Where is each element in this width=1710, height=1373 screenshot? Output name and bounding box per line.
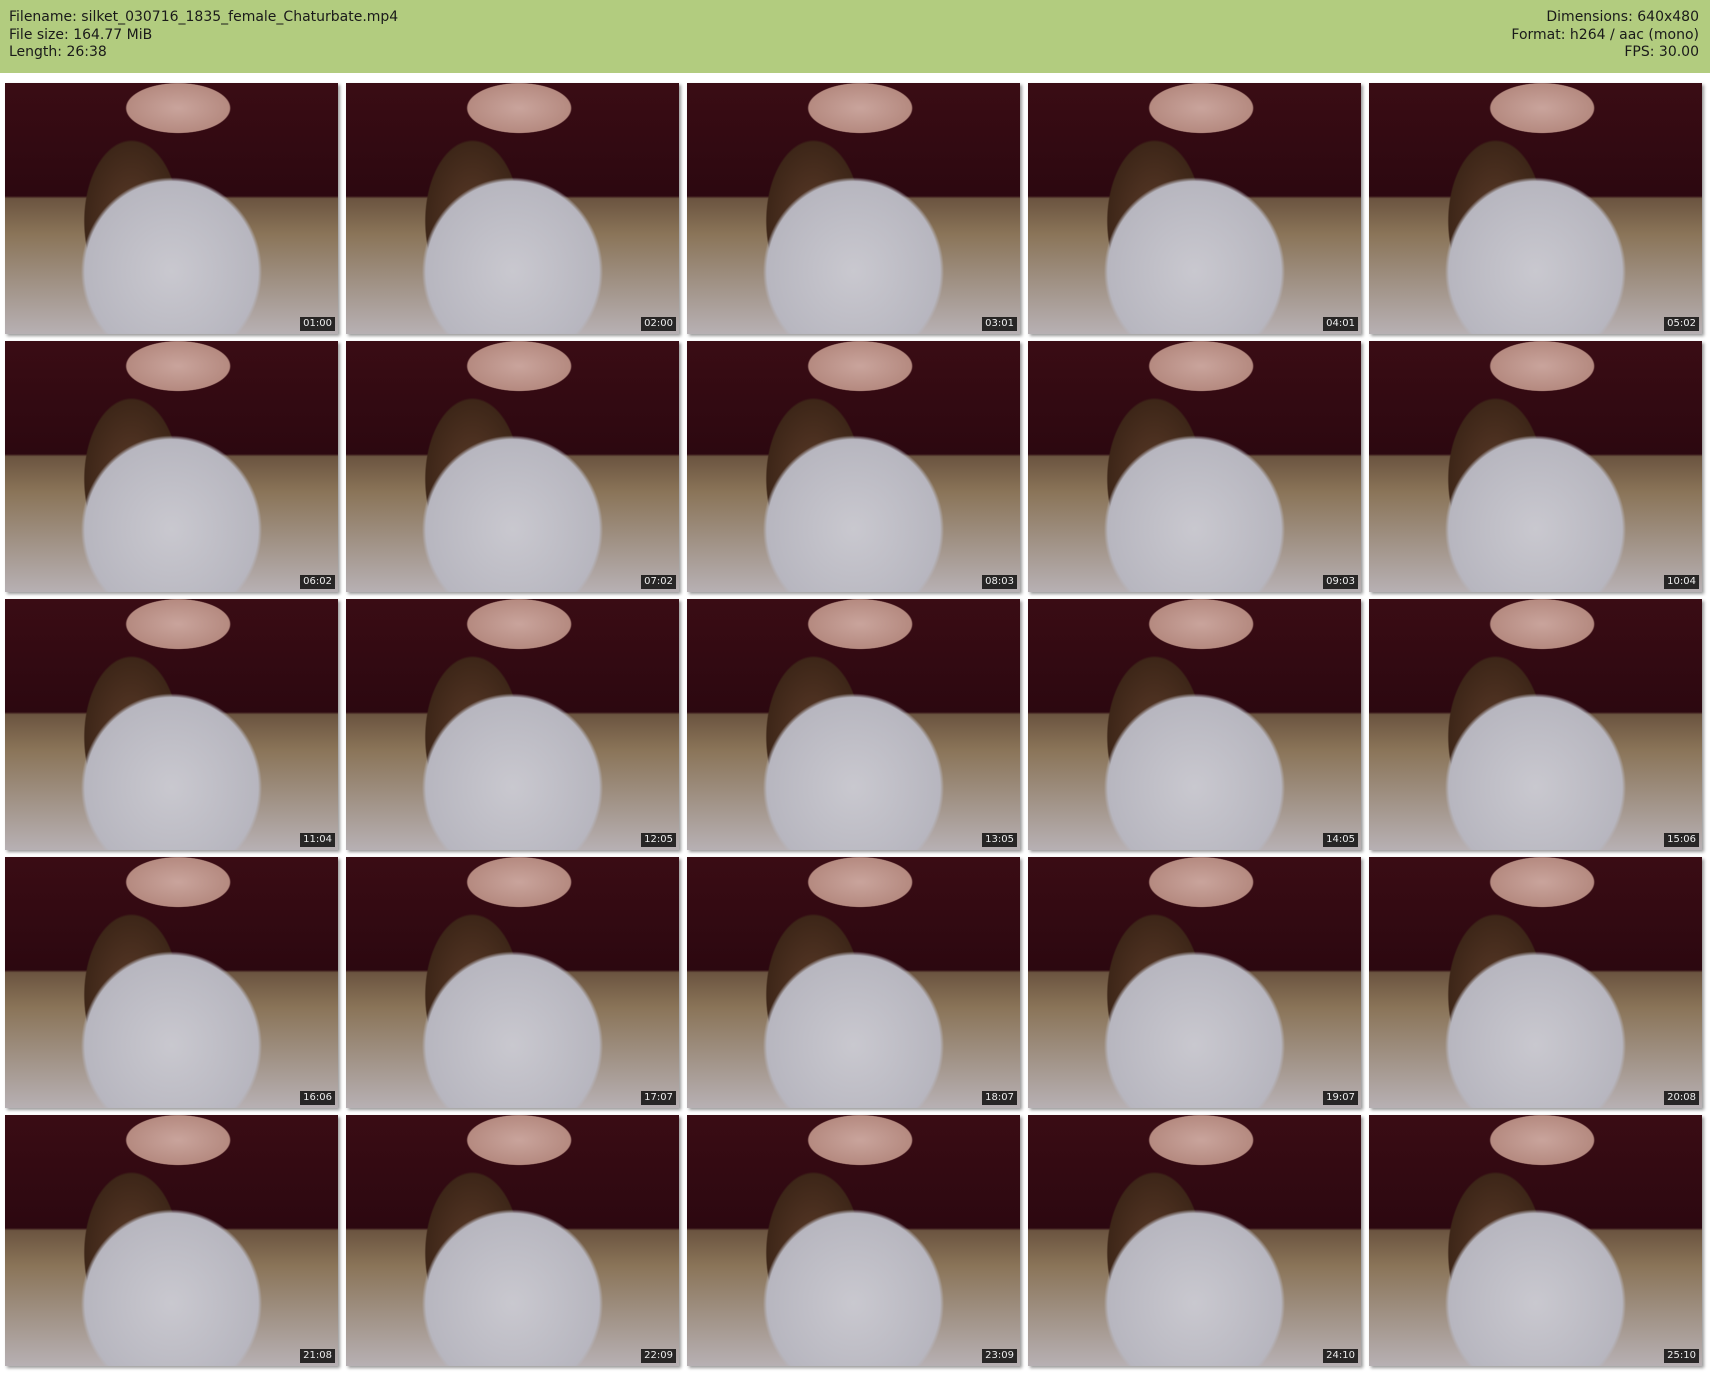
timestamp-label: 11:04 [300,833,335,847]
video-thumbnail: 15:06 [1369,599,1702,850]
filename: Filename: silket_030716_1835_female_Chat… [9,9,399,25]
format: Format: h264 / aac (mono) [1511,26,1699,43]
timestamp-label: 15:06 [1664,833,1699,847]
timestamp-label: 09:03 [1323,575,1358,589]
video-thumbnail: 01:00 [5,83,338,334]
timestamp-label: 21:08 [300,1349,335,1363]
timestamp-label: 19:07 [1323,1091,1358,1105]
video-thumbnail: 21:08 [5,1115,338,1366]
video-thumbnail: 05:02 [1369,83,1702,334]
timestamp-label: 20:08 [1664,1091,1699,1105]
timestamp-label: 16:06 [300,1091,335,1105]
fps: FPS: 30.00 [1624,44,1699,60]
video-thumbnail: 03:01 [687,83,1020,334]
video-thumbnail: 17:07 [346,857,679,1108]
info-header: Filename: silket_030716_1835_female_Chat… [0,0,1710,73]
video-thumbnail: 24:10 [1028,1115,1361,1366]
video-thumbnail: 08:03 [687,341,1020,592]
info-right: Dimensions: 640x480 Format: h264 / aac (… [1511,9,1699,62]
video-thumbnail: 18:07 [687,857,1020,1108]
video-thumbnail: 07:02 [346,341,679,592]
video-thumbnail: 25:10 [1369,1115,1702,1366]
video-thumbnail: 22:09 [346,1115,679,1366]
timestamp-label: 18:07 [982,1091,1017,1105]
timestamp-label: 02:00 [641,317,676,331]
video-thumbnail: 20:08 [1369,857,1702,1108]
timestamp-label: 22:09 [641,1349,676,1363]
thumbnail-grid: 01:00 02:00 03:01 04:01 05:02 06:02 07:02 08:03… [5,83,1702,1366]
dimensions: Dimensions: 640x480 [1546,9,1699,25]
video-thumbnail: 12:05 [346,599,679,850]
file-size: File size: 164.77 MiB [9,26,153,43]
video-thumbnail: 14:05 [1028,599,1361,850]
timestamp-label: 23:09 [982,1349,1017,1363]
video-thumbnail: 23:09 [687,1115,1020,1366]
timestamp-label: 01:00 [300,317,335,331]
video-thumbnail: 10:04 [1369,341,1702,592]
video-thumbnail: 16:06 [5,857,338,1108]
video-thumbnail: 04:01 [1028,83,1361,334]
timestamp-label: 05:02 [1664,317,1699,331]
timestamp-label: 07:02 [641,575,676,589]
video-thumbnail: 11:04 [5,599,338,850]
timestamp-label: 14:05 [1323,833,1358,847]
timestamp-label: 25:10 [1664,1349,1699,1363]
timestamp-label: 12:05 [641,833,676,847]
video-thumbnail: 13:05 [687,599,1020,850]
timestamp-label: 17:07 [641,1091,676,1105]
video-thumbnail: 19:07 [1028,857,1361,1108]
timestamp-label: 06:02 [300,575,335,589]
info-left: Filename: silket_030716_1835_female_Chat… [9,9,398,62]
timestamp-label: 10:04 [1664,575,1699,589]
timestamp-label: 13:05 [982,833,1017,847]
timestamp-label: 08:03 [982,575,1017,589]
timestamp-label: 24:10 [1323,1349,1358,1363]
video-thumbnail: 09:03 [1028,341,1361,592]
timestamp-label: 04:01 [1323,317,1358,331]
timestamp-label: 03:01 [982,317,1017,331]
video-thumbnail: 06:02 [5,341,338,592]
video-thumbnail: 02:00 [346,83,679,334]
length: Length: 26:38 [9,44,107,60]
